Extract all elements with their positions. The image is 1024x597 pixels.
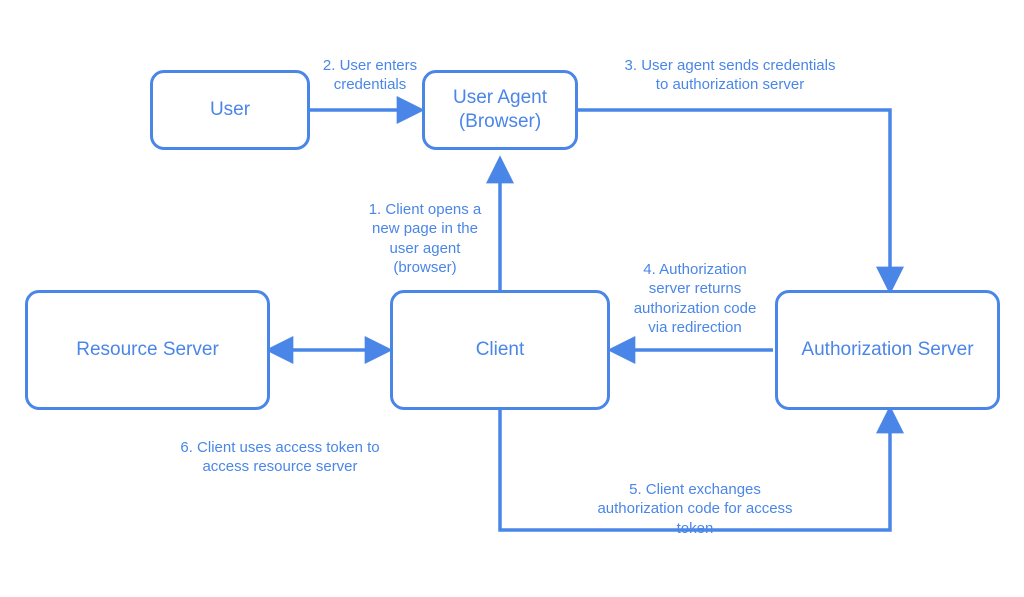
label-step3-text: 3. User agent sends credentials to autho… — [625, 57, 836, 94]
label-step2-text: 2. User enters credentials — [323, 57, 417, 94]
node-client-label: Client — [476, 338, 525, 362]
label-step4-text: 4. Authorization server returns authoriz… — [634, 261, 757, 337]
label-step5: 5. Client exchanges authorization code f… — [570, 460, 820, 538]
label-step2: 2. User enters credentials — [270, 36, 470, 95]
node-resource-server-label: Resource Server — [76, 338, 219, 362]
node-authorization-server: Authorization Server — [775, 290, 1000, 410]
label-step3: 3. User agent sends credentials to autho… — [600, 36, 860, 95]
node-user-label: User — [210, 98, 250, 122]
label-step4: 4. Authorization server returns authoriz… — [610, 240, 780, 338]
label-step1: 1. Client opens a new page in the user a… — [355, 180, 495, 278]
node-authorization-server-label: Authorization Server — [801, 338, 973, 362]
label-step1-text: 1. Client opens a new page in the user a… — [369, 201, 482, 277]
node-resource-server: Resource Server — [25, 290, 270, 410]
label-step5-text: 5. Client exchanges authorization code f… — [597, 481, 792, 537]
label-step6: 6. Client uses access token to access re… — [155, 418, 405, 477]
node-client: Client — [390, 290, 610, 410]
label-step6-text: 6. Client uses access token to access re… — [180, 439, 379, 476]
